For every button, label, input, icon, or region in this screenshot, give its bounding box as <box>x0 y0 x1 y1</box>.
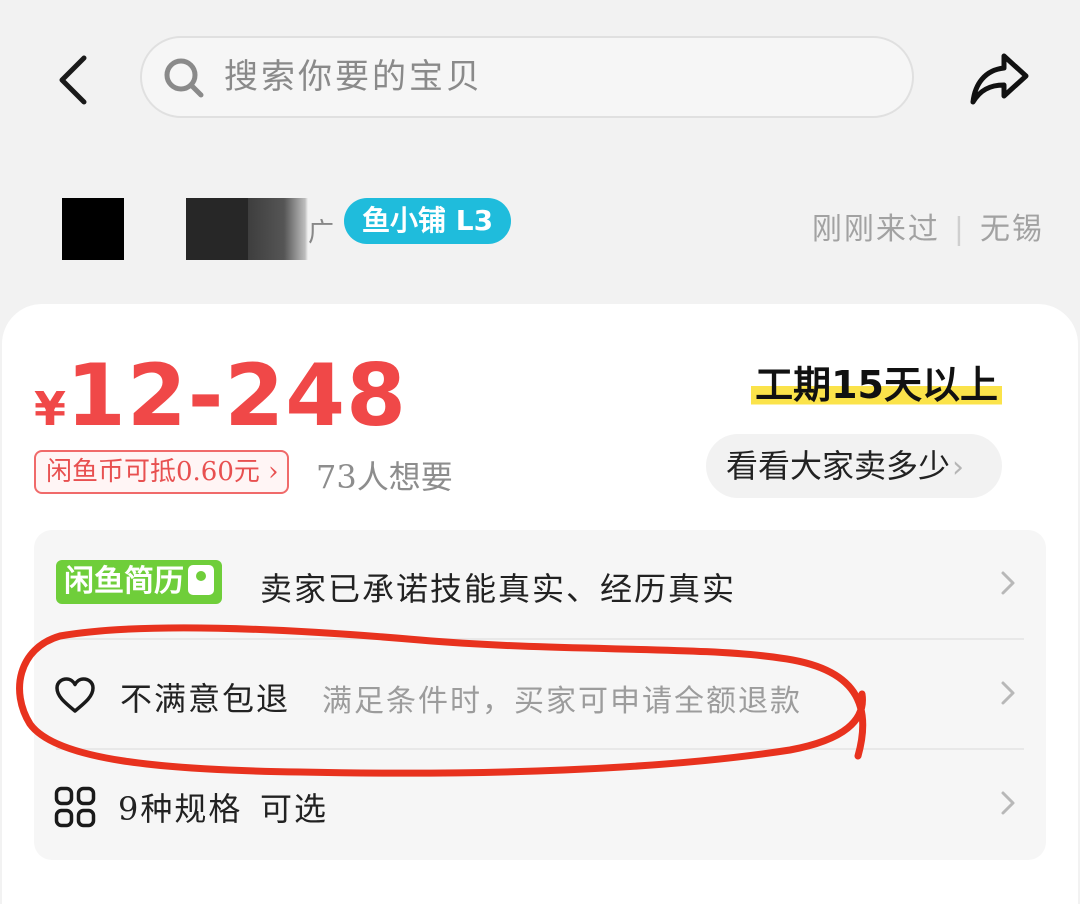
seller-location: 无锡 <box>980 212 1044 247</box>
refund-subtitle: 满足条件时，买家可申请全额退款 <box>322 684 802 719</box>
seller-avatar-redacted[interactable] <box>62 198 124 260</box>
price-range: 12-248 <box>66 346 407 446</box>
resume-promise-text: 卖家已承诺技能真实、经历真实 <box>260 570 737 608</box>
share-icon[interactable] <box>968 48 1030 108</box>
refund-guarantee-row[interactable]: 不满意包退 满足条件时，买家可申请全额退款 <box>34 640 1046 748</box>
grid-icon <box>54 786 96 828</box>
price: ¥12-248 <box>34 346 407 446</box>
chevron-right-icon <box>1001 791 1015 815</box>
resume-row[interactable]: 闲鱼简历 卖家已承诺技能真实、经历真实 <box>34 530 1046 638</box>
meta-separator: | <box>953 212 966 247</box>
search-placeholder: 搜索你要的宝贝 <box>224 57 483 97</box>
resume-badge-label: 闲鱼简历 <box>64 564 184 599</box>
want-count: 73人想要 <box>316 458 453 496</box>
info-panel: 闲鱼简历 卖家已承诺技能真实、经历真实 不满意包退 满足条件时，买家可申请全额退… <box>34 530 1046 860</box>
search-bar[interactable]: 搜索你要的宝贝 <box>140 36 914 118</box>
seller-name-fragment: 广 <box>308 218 335 248</box>
specs-optional: 可选 <box>260 790 329 828</box>
currency-symbol: ¥ <box>34 382 67 436</box>
chevron-right-icon <box>1001 571 1015 595</box>
seller-name-redacted[interactable] <box>186 198 248 260</box>
specs-count: 9种规格 <box>118 790 243 828</box>
seller-meta: 刚刚来过 | 无锡 <box>812 204 1044 248</box>
work-period-tag: 工期15天以上 <box>751 354 1002 409</box>
compare-prices-label: 看看大家卖多少 <box>726 447 951 485</box>
shop-level-badge[interactable]: 鱼小铺 L3 <box>344 198 512 244</box>
seller-name-redacted-fade <box>248 198 308 260</box>
resume-badge: 闲鱼简历 <box>56 560 222 604</box>
specs-row[interactable]: 9种规格 可选 <box>34 750 1046 858</box>
resume-id-icon <box>188 565 214 595</box>
compare-prices-button[interactable]: 看看大家卖多少› <box>706 434 1002 498</box>
coin-deduct-text: 闲鱼币可抵0.60元 <box>46 457 260 487</box>
back-arrow-icon[interactable] <box>52 52 96 108</box>
last-seen: 刚刚来过 <box>811 212 940 247</box>
refund-title: 不满意包退 <box>120 680 291 718</box>
chevron-right-icon: › <box>952 450 965 485</box>
search-icon <box>164 58 204 98</box>
coin-deduct-badge[interactable]: 闲鱼币可抵0.60元 › <box>34 450 289 494</box>
chevron-right-icon <box>1001 681 1015 705</box>
chevron-right-icon: › <box>259 457 279 487</box>
heart-icon <box>55 677 95 713</box>
